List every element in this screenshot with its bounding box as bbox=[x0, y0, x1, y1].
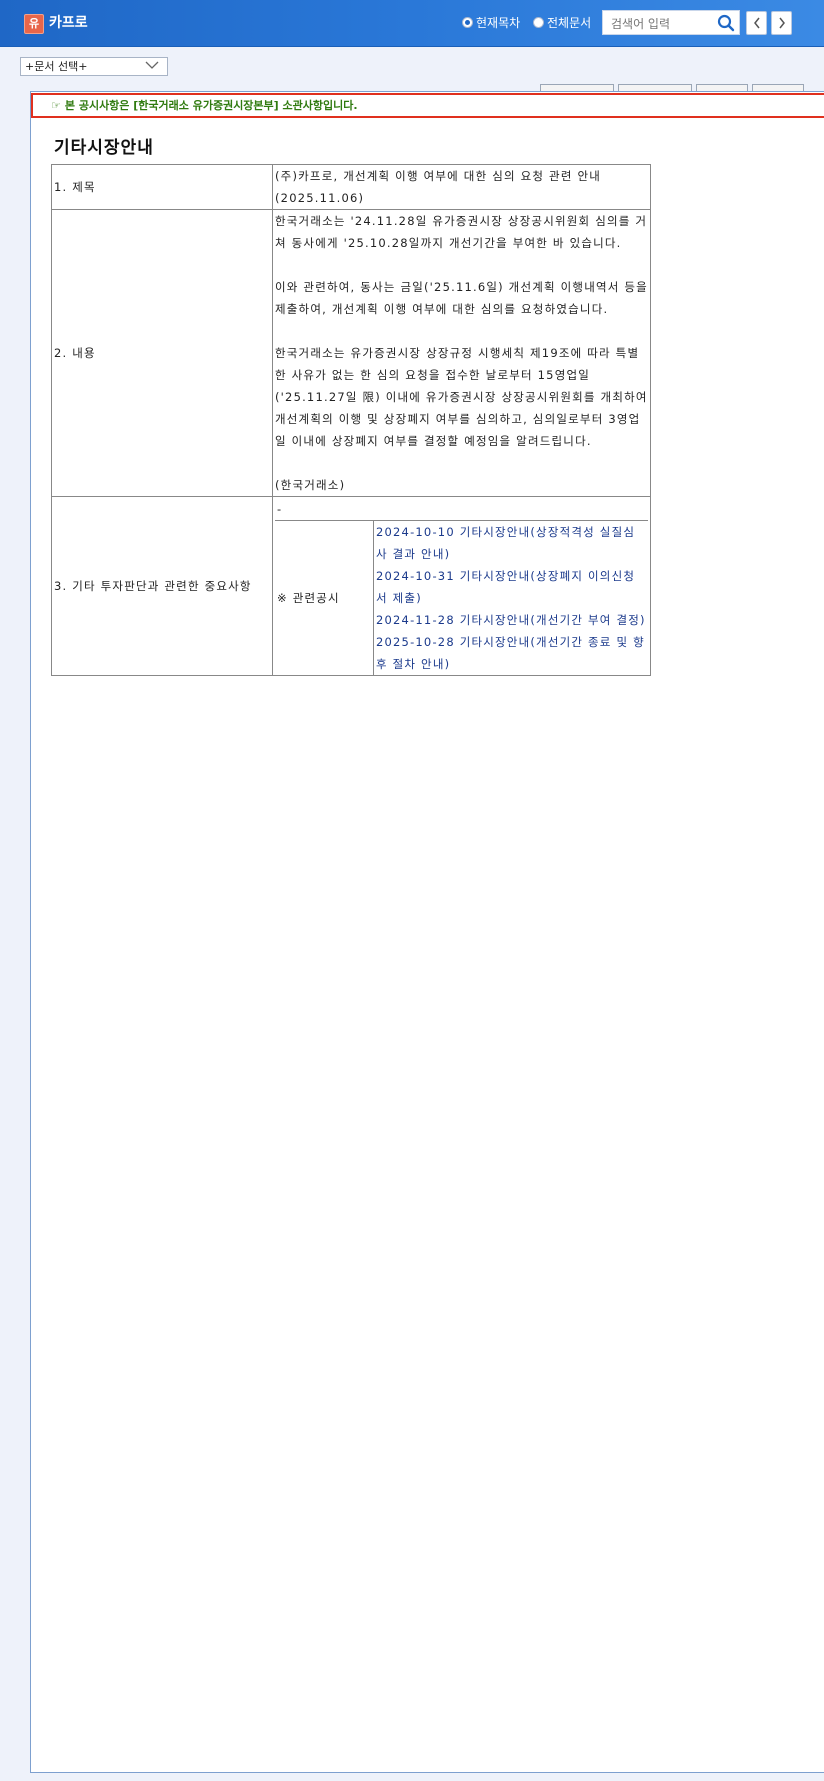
row-label-title: 1. 제목 bbox=[51, 164, 273, 210]
related-disclosures-table: - ※ 관련공시 2024-10-10 기타시장안내(상장적격성 실질심사 결과… bbox=[275, 497, 648, 675]
radio-unselected-icon[interactable] bbox=[533, 17, 544, 28]
document-title: 기타시장안내 bbox=[54, 138, 154, 158]
pointing-hand-icon: ☞ bbox=[51, 99, 61, 112]
row-value-other: - ※ 관련공시 2024-10-10 기타시장안내(상장적격성 실질심사 결과… bbox=[272, 496, 651, 676]
row-label-content: 2. 내용 bbox=[51, 209, 273, 497]
related-disclosure-link[interactable]: 2024-10-31 기타시장안내(상장폐지 이의신청서 제출) bbox=[376, 565, 646, 609]
radio-all-docs-label: 전체문서 bbox=[547, 16, 592, 30]
document-select[interactable]: +문서 선택+ bbox=[20, 57, 168, 76]
row-label-other: 3. 기타 투자판단과 관련한 중요사항 bbox=[51, 496, 273, 676]
jurisdiction-notice: ☞ 본 공시사항은 [한국거래소 유가증권시장본부] 소관사항입니다. bbox=[31, 93, 824, 118]
company-name: 카프로 bbox=[49, 15, 88, 31]
chevron-left-icon bbox=[753, 17, 760, 29]
content-paragraph: 한국거래소는 '24.11.28일 유가증권시장 상장공시위원회 심의를 거쳐 … bbox=[275, 214, 648, 250]
table-row: 3. 기타 투자판단과 관련한 중요사항 - ※ 관련공시 2024-10-10… bbox=[51, 496, 651, 676]
search-icon[interactable] bbox=[717, 14, 735, 32]
row-value-title: (주)카프로, 개선계획 이행 여부에 대한 심의 요청 관련 안내(2025.… bbox=[272, 164, 651, 210]
notice-text: 본 공시사항은 [한국거래소 유가증권시장본부] 소관사항입니다. bbox=[64, 99, 358, 112]
table-row: 2. 내용 한국거래소는 '24.11.28일 유가증권시장 상장공시위원회 심… bbox=[51, 209, 651, 497]
related-disclosure-link[interactable]: 2025-10-28 기타시장안내(개선기간 종료 및 향후 절차 안내) bbox=[376, 631, 646, 675]
prev-button[interactable] bbox=[746, 11, 767, 35]
row-value-content: 한국거래소는 '24.11.28일 유가증권시장 상장공시위원회 심의를 거쳐 … bbox=[272, 209, 651, 497]
radio-current-toc[interactable]: 현재목차 bbox=[462, 14, 520, 31]
document-select-value: +문서 선택+ bbox=[25, 60, 88, 73]
radio-current-toc-label: 현재목차 bbox=[476, 16, 521, 30]
related-disclosure-link[interactable]: 2024-10-10 기타시장안내(상장적격성 실질심사 결과 안내) bbox=[376, 521, 646, 565]
content-paragraph: 이와 관련하여, 동사는 금일('25.11.6일) 개선계획 이행내역서 등을… bbox=[275, 280, 648, 316]
content-source: (한국거래소) bbox=[275, 478, 346, 492]
related-disclosures-list: 2024-10-10 기타시장안내(상장적격성 실질심사 결과 안내) 2024… bbox=[373, 520, 648, 675]
other-value: - bbox=[277, 501, 283, 516]
table-row: 1. 제목 (주)카프로, 개선계획 이행 여부에 대한 심의 요청 관련 안내… bbox=[51, 164, 651, 210]
radio-all-docs[interactable]: 전체문서 bbox=[533, 14, 591, 31]
company-logo-icon: 유 bbox=[24, 14, 44, 34]
chevron-right-icon bbox=[778, 17, 785, 29]
search-box bbox=[602, 10, 740, 35]
chevron-down-icon bbox=[145, 61, 159, 69]
content-paragraph: 한국거래소는 유가증권시장 상장규정 시행세칙 제19조에 따라 특별한 사유가… bbox=[275, 346, 648, 448]
disclosure-table: 1. 제목 (주)카프로, 개선계획 이행 여부에 대한 심의 요청 관련 안내… bbox=[51, 164, 651, 676]
top-header: 유 카프로 현재목차 전체문서 bbox=[0, 0, 824, 47]
search-input[interactable] bbox=[609, 12, 713, 35]
related-disclosure-link[interactable]: 2024-11-28 기타시장안내(개선기간 부여 결정) bbox=[376, 609, 646, 631]
related-disclosures-label: ※ 관련공시 bbox=[275, 520, 374, 675]
next-button[interactable] bbox=[771, 11, 792, 35]
radio-selected-icon[interactable] bbox=[462, 17, 473, 28]
